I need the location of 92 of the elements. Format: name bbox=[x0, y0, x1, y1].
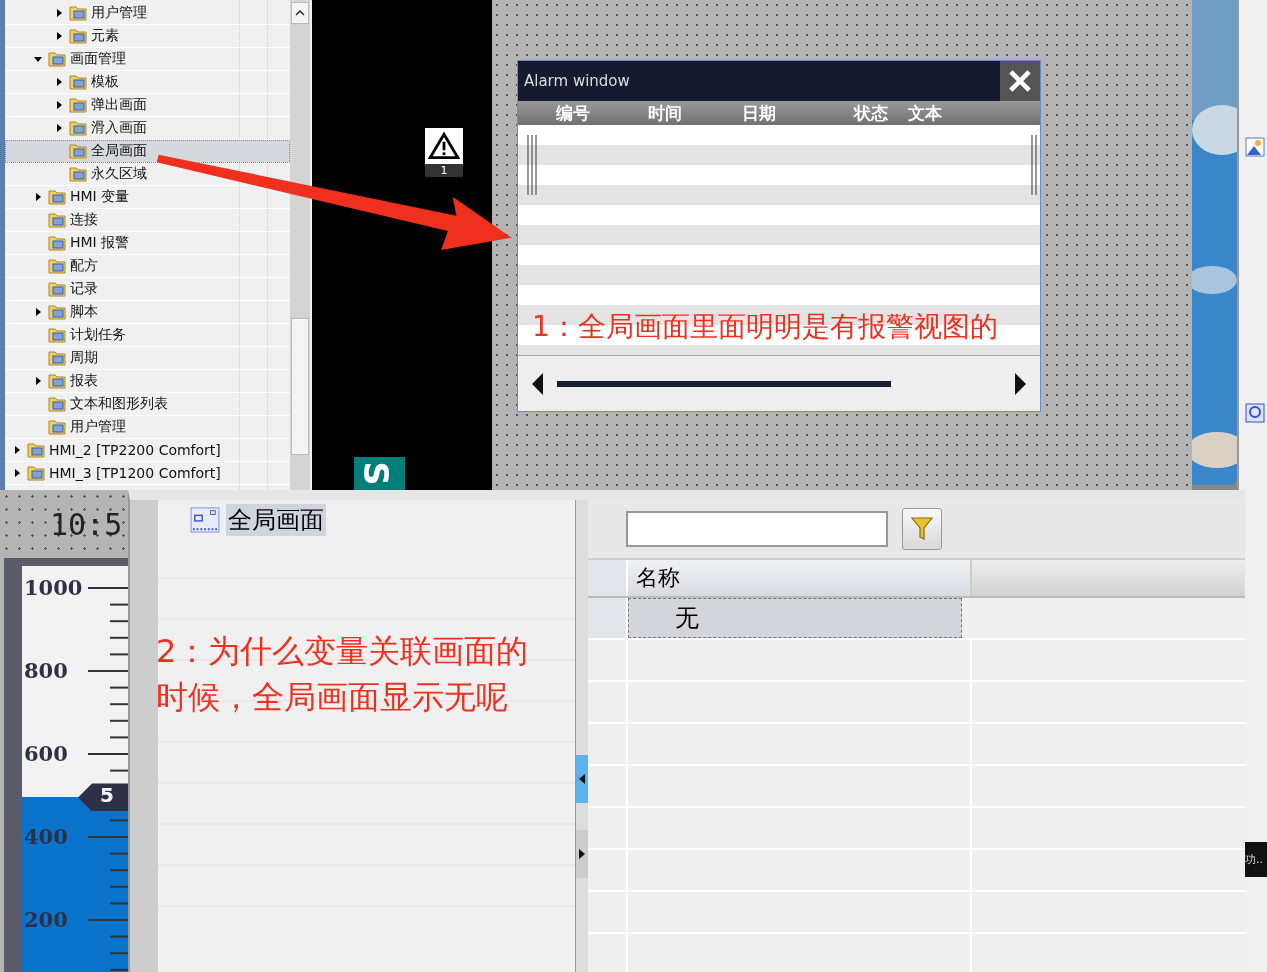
chevron-up-icon bbox=[295, 10, 305, 16]
caret-icon[interactable] bbox=[55, 9, 63, 17]
tree-item[interactable]: 用户管理 bbox=[5, 2, 290, 25]
tree-item[interactable]: HMI_3 [TP1200 Comfort] bbox=[5, 462, 290, 485]
folder-icon bbox=[27, 442, 45, 458]
column-header[interactable]: 文本 bbox=[908, 101, 942, 125]
close-button[interactable] bbox=[1000, 61, 1040, 101]
logo-tile: S bbox=[354, 457, 405, 490]
status-text: 功.. bbox=[1245, 842, 1267, 877]
tree-item[interactable]: 弹出画面 bbox=[5, 94, 290, 117]
caret-icon[interactable] bbox=[34, 308, 42, 316]
folder-icon bbox=[69, 28, 87, 44]
right-arrow-icon[interactable] bbox=[1015, 372, 1026, 395]
folder-icon bbox=[69, 120, 87, 136]
grip-icon bbox=[1030, 135, 1038, 195]
tree-item[interactable]: 模板 bbox=[5, 71, 290, 94]
caret-icon[interactable] bbox=[34, 377, 42, 385]
folder-icon bbox=[48, 258, 66, 274]
column-header[interactable]: 日期 bbox=[742, 101, 854, 125]
warning-icon bbox=[428, 132, 460, 160]
caret-icon[interactable] bbox=[34, 193, 42, 201]
folder-icon bbox=[48, 189, 66, 205]
folder-icon bbox=[48, 235, 66, 251]
window-title: Alarm window bbox=[523, 72, 630, 90]
folder-icon bbox=[48, 327, 66, 343]
tree-item[interactable]: 文本和图形列表 bbox=[5, 393, 290, 416]
folder-icon bbox=[69, 5, 87, 21]
scrollbar-thumb[interactable] bbox=[291, 318, 309, 455]
filter-icon bbox=[910, 516, 934, 542]
tree-item[interactable]: 配方 bbox=[5, 255, 290, 278]
filter-button[interactable] bbox=[902, 508, 942, 550]
folder-icon bbox=[48, 304, 66, 320]
folder-icon bbox=[69, 166, 87, 182]
caret-icon[interactable] bbox=[55, 78, 63, 86]
tree-item[interactable]: 周期 bbox=[5, 347, 290, 370]
left-arrow-icon bbox=[579, 774, 585, 784]
right-arrow-icon bbox=[579, 849, 585, 859]
column-header[interactable]: 时间 bbox=[648, 101, 742, 125]
caret-icon[interactable] bbox=[55, 124, 63, 132]
tree-item[interactable]: 元素 bbox=[5, 25, 290, 48]
close-icon bbox=[1007, 68, 1033, 94]
annotation-text: 1：全局画面里面明明是有报警视图的 bbox=[532, 309, 998, 345]
scale-label: 600 bbox=[24, 741, 68, 766]
tree-item[interactable]: 用户管理 bbox=[5, 416, 290, 439]
screen-icon bbox=[190, 507, 220, 533]
folder-icon bbox=[27, 465, 45, 481]
column-header[interactable]: 状态 bbox=[854, 101, 908, 125]
grip-icon bbox=[526, 135, 538, 195]
caret-icon[interactable] bbox=[13, 446, 21, 454]
caret-icon[interactable] bbox=[55, 32, 63, 40]
scale-label: 400 bbox=[24, 824, 68, 849]
folder-icon bbox=[48, 281, 66, 297]
value-marker: 5 bbox=[78, 783, 128, 812]
scroll-up-button[interactable] bbox=[291, 2, 309, 24]
folder-icon bbox=[48, 373, 66, 389]
tree-item[interactable]: 全局画面 bbox=[5, 140, 290, 163]
table-cell[interactable]: 无 bbox=[628, 598, 962, 638]
clock-text: 10:5 bbox=[50, 506, 123, 542]
caret-icon[interactable] bbox=[34, 55, 42, 63]
scale-label: 800 bbox=[24, 658, 68, 683]
folder-icon bbox=[69, 74, 87, 90]
caret-icon[interactable] bbox=[13, 469, 21, 477]
warning-indicator[interactable]: 1 bbox=[425, 128, 463, 177]
tree-item[interactable]: HMI_2 [TP2200 Comfort] bbox=[5, 439, 290, 462]
tree-item[interactable]: HMI 报警 bbox=[5, 232, 290, 255]
folder-icon bbox=[48, 51, 66, 67]
tree-item[interactable]: 脚本 bbox=[5, 301, 290, 324]
folder-icon bbox=[48, 350, 66, 366]
search-field[interactable] bbox=[626, 511, 888, 547]
scroll-button[interactable] bbox=[576, 755, 588, 803]
tree-item[interactable]: 连接 bbox=[5, 209, 290, 232]
left-arrow-icon[interactable] bbox=[532, 372, 543, 395]
column-header[interactable]: 名称 bbox=[628, 560, 972, 596]
list-item[interactable]: 全局画面 bbox=[226, 504, 326, 536]
image-icon[interactable] bbox=[1245, 137, 1265, 157]
scroll-track[interactable] bbox=[557, 380, 891, 387]
folder-icon bbox=[48, 396, 66, 412]
folder-icon bbox=[48, 419, 66, 435]
camera-icon[interactable] bbox=[1245, 403, 1265, 423]
folder-icon bbox=[69, 97, 87, 113]
tree-item[interactable]: 报表 bbox=[5, 370, 290, 393]
tree-item[interactable]: 记录 bbox=[5, 278, 290, 301]
folder-icon bbox=[69, 143, 87, 159]
tree-item[interactable]: 画面管理 bbox=[5, 48, 290, 71]
annotation-text: 2：为什么变量关联画面的时候，全局画面显示无呢 bbox=[156, 631, 530, 718]
scroll-button[interactable] bbox=[576, 830, 588, 878]
scale-label: 200 bbox=[24, 907, 68, 932]
caret-icon[interactable] bbox=[55, 101, 63, 109]
tree-item[interactable]: 计划任务 bbox=[5, 324, 290, 347]
folder-icon bbox=[48, 212, 66, 228]
scale-label: 1000 bbox=[24, 575, 83, 600]
column-header[interactable]: 编号 bbox=[556, 101, 648, 125]
